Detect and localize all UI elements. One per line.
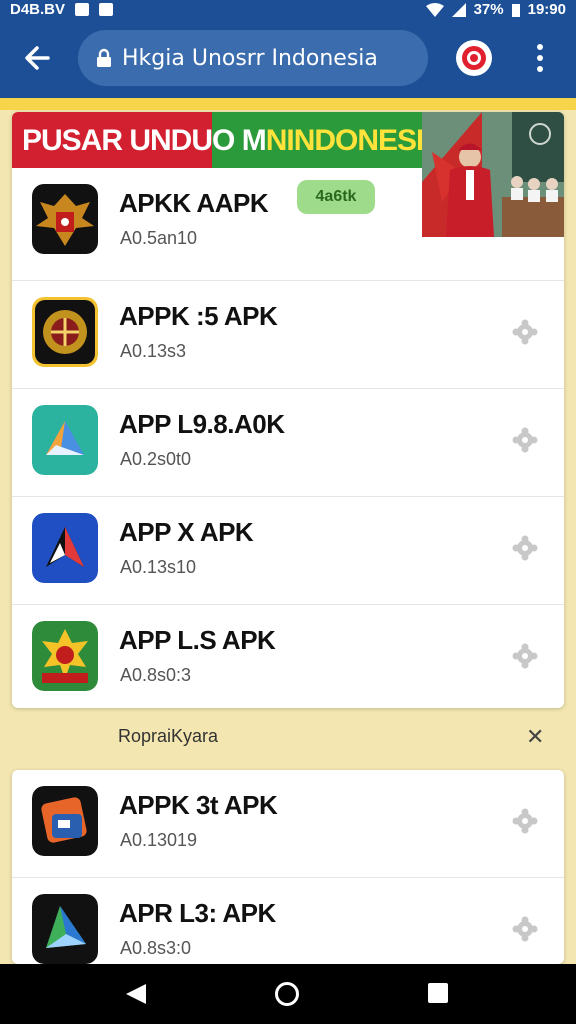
- nav-back-icon[interactable]: [124, 982, 148, 1006]
- ad-label: RopraiKyara: [118, 726, 219, 746]
- list-item[interactable]: APPK 3t APK A0.13019: [12, 770, 564, 878]
- download-badge[interactable]: 4a6tk: [297, 180, 375, 214]
- app-bar: D4B.BV 37% 19:90 Hkgia Unosrr Indonesia: [0, 0, 576, 98]
- banner-title: PUSAR UNDUO MNINDONESIA: [22, 124, 445, 158]
- menu-dot: [537, 66, 543, 72]
- header-divider: [0, 98, 576, 110]
- app-version: A0.13s10: [120, 557, 197, 577]
- app-name: APPK :5 APK: [119, 301, 278, 331]
- url-title: Hkgia Unosrr Indonesia: [122, 45, 378, 71]
- list-item[interactable]: APKK AAPK A0.5an10 4a6tk: [12, 168, 564, 281]
- banner-title-green: NINDONESIA: [265, 124, 445, 157]
- app-version: A0.5an10: [120, 228, 198, 248]
- close-icon[interactable]: ✕: [526, 724, 544, 750]
- app-name: APP L.S APK: [119, 625, 276, 655]
- app-list-card-2: APPK 3t APK A0.13019 APR L3: APK A0.8s3:…: [12, 770, 564, 964]
- list-item[interactable]: APPK :5 APK A0.13s3: [12, 281, 564, 389]
- app-name: APP L9.8.A0K: [119, 409, 285, 439]
- app-name: APKK AAPK: [119, 188, 269, 218]
- wifi-icon: [425, 2, 444, 17]
- app-name: APP X APK: [119, 517, 254, 547]
- more-menu-button[interactable]: [532, 42, 548, 74]
- gear-icon[interactable]: [512, 427, 538, 453]
- back-arrow-icon: [25, 46, 50, 70]
- gear-icon[interactable]: [512, 643, 538, 669]
- url-bar[interactable]: Hkgia Unosrr Indonesia: [78, 30, 428, 86]
- list-item[interactable]: APP L.S APK A0.8s0:3: [12, 605, 564, 708]
- record-button[interactable]: [456, 40, 492, 76]
- emblem-app-icon: [32, 297, 98, 367]
- app-version: A0.8s3:0: [120, 938, 192, 958]
- gear-icon[interactable]: [512, 808, 538, 834]
- folder-app-icon: [32, 786, 98, 856]
- target-icon: [462, 46, 486, 70]
- gear-icon[interactable]: [512, 535, 538, 561]
- app-version: A0.13019: [120, 830, 198, 850]
- gear-icon[interactable]: [512, 916, 538, 942]
- badge-app-icon: [32, 621, 98, 691]
- drive-app-icon: [32, 405, 98, 475]
- menu-dot: [537, 55, 543, 61]
- status-left-text: D4B.BV: [10, 1, 66, 18]
- app-version: A0.8s0:3: [120, 665, 192, 685]
- more-vert-icon: [537, 44, 543, 50]
- image-icon: [99, 3, 114, 16]
- banner-title-mid: M: [241, 124, 267, 157]
- nav-recents-icon[interactable]: [428, 983, 448, 1003]
- app-version: A0.2s0t0: [120, 449, 192, 469]
- app-list-card: PUSAR UNDUO MNINDONESIA APKK AAPK A0.5an…: [12, 112, 564, 708]
- nav-home-icon[interactable]: [275, 982, 299, 1006]
- app-name: APR L3: APK: [119, 898, 276, 928]
- battery-text: 37%: [473, 1, 504, 18]
- arrow-app-icon: [32, 513, 98, 583]
- signal-icon: [451, 2, 466, 17]
- list-item[interactable]: APR L3: APK A0.8s3:0: [12, 878, 564, 964]
- notification-icon: [75, 3, 90, 16]
- battery-icon: [511, 3, 520, 17]
- browser-toolbar: Hkgia Unosrr Indonesia: [0, 28, 576, 88]
- banner-title-red: PUSAR UNDUO: [22, 124, 235, 157]
- gear-icon[interactable]: [512, 319, 538, 345]
- triangle-app-icon: [32, 894, 98, 964]
- status-bar: D4B.BV 37% 19:90: [0, 0, 576, 22]
- app-version: A0.13s3: [120, 341, 187, 361]
- list-item[interactable]: APP X APK A0.13s10: [12, 497, 564, 605]
- system-nav-bar: [0, 964, 576, 1024]
- garuda-app-icon: [32, 184, 98, 254]
- lock-icon: [97, 48, 111, 67]
- ad-banner[interactable]: RopraiKyara ✕: [0, 716, 576, 760]
- clock: 19:90: [527, 1, 566, 18]
- list-item[interactable]: APP L9.8.A0K A0.2s0t0: [12, 389, 564, 497]
- back-button[interactable]: [18, 38, 58, 78]
- app-name: APPK 3t APK: [119, 790, 278, 820]
